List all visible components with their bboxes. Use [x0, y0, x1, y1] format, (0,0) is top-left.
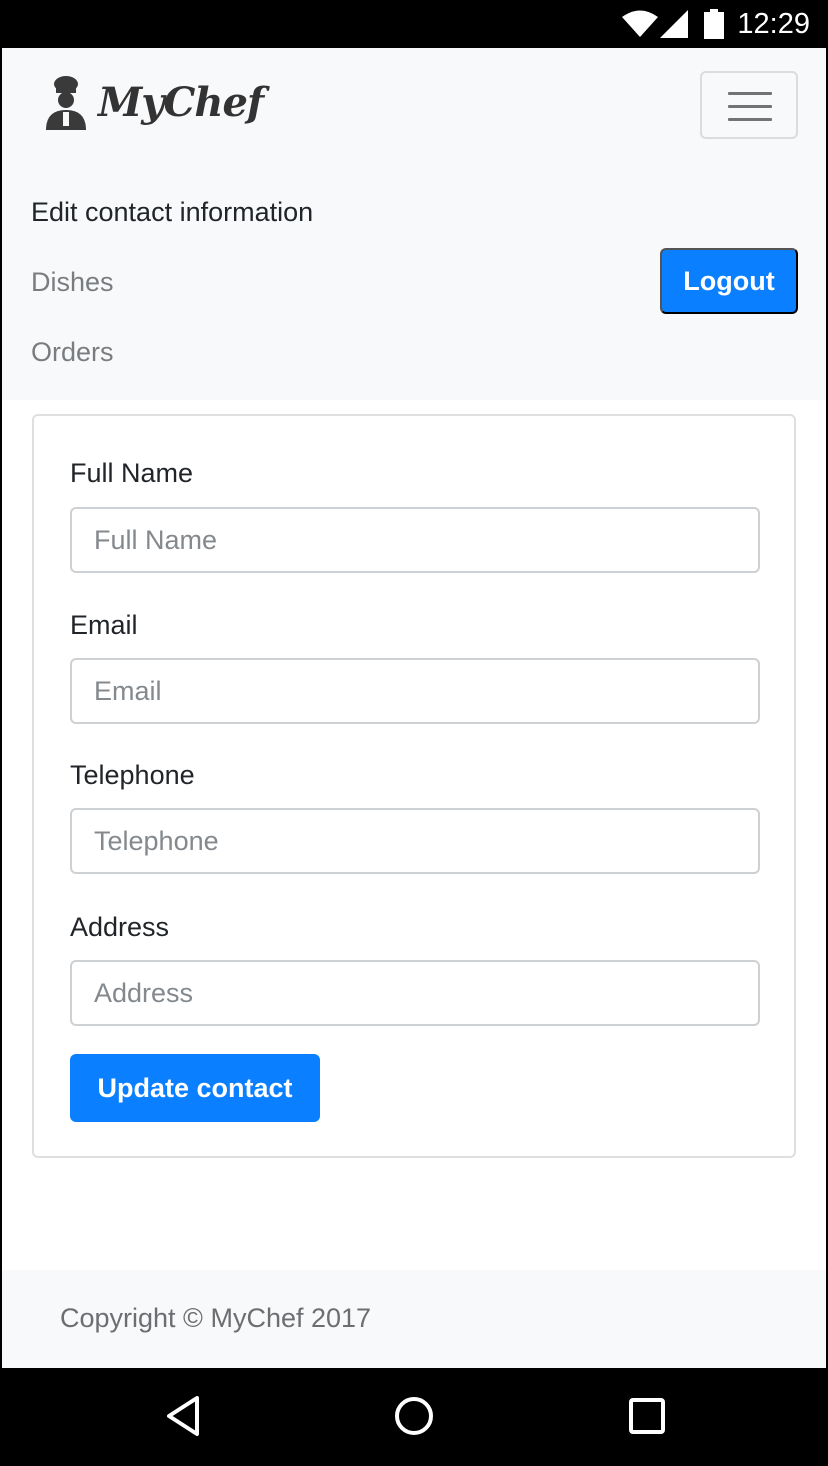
status-bar: 12:29	[0, 0, 828, 48]
email-input[interactable]	[70, 658, 760, 724]
telephone-label: Telephone	[70, 760, 195, 790]
wifi-icon	[622, 10, 658, 37]
back-icon[interactable]	[163, 1392, 203, 1440]
brand-name: MyChef	[98, 78, 264, 126]
chef-icon	[46, 76, 86, 130]
full-name-input[interactable]	[70, 507, 760, 573]
navbar: MyChef Edit contact information Dishes O…	[2, 48, 826, 400]
address-input[interactable]	[70, 960, 760, 1026]
home-icon[interactable]	[393, 1392, 435, 1440]
nav-item-orders[interactable]: Orders	[31, 335, 114, 369]
logout-button[interactable]: Logout	[660, 248, 798, 314]
telephone-input[interactable]	[70, 808, 760, 874]
address-label: Address	[70, 912, 170, 942]
signal-icon	[660, 10, 688, 38]
update-contact-button[interactable]: Update contact	[70, 1054, 320, 1122]
copyright-text: Copyright © MyChef 2017	[60, 1303, 372, 1333]
footer: Copyright © MyChef 2017	[2, 1270, 826, 1368]
battery-icon	[704, 9, 724, 39]
hamburger-icon-bar	[728, 105, 772, 108]
email-label: Email	[70, 610, 138, 640]
brand-logo[interactable]: MyChef	[38, 74, 264, 130]
clock: 12:29	[737, 8, 810, 40]
full-name-label: Full Name	[70, 458, 194, 488]
menu-toggle-button[interactable]	[700, 71, 798, 139]
hamburger-icon-bar	[728, 118, 772, 121]
app-window: MyChef Edit contact information Dishes O…	[2, 48, 826, 1368]
nav-item-edit-contact[interactable]: Edit contact information	[31, 195, 313, 229]
nav-item-dishes[interactable]: Dishes	[31, 265, 114, 299]
recents-icon[interactable]	[627, 1392, 667, 1440]
hamburger-icon	[728, 92, 772, 95]
contact-form: Full Name Email Telephone Address Update…	[32, 414, 796, 1158]
system-nav-bar	[0, 1368, 828, 1466]
